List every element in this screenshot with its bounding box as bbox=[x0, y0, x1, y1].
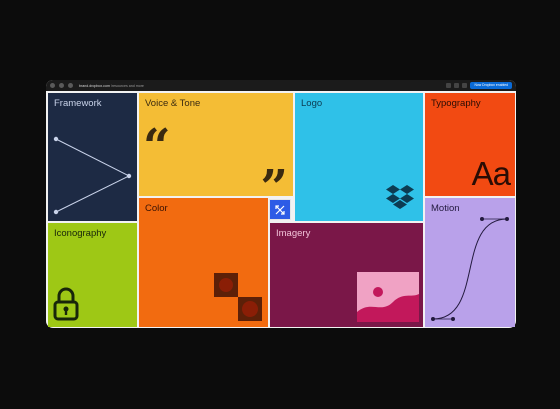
lock-icon bbox=[53, 287, 79, 321]
typography-sample: Aa bbox=[471, 155, 511, 192]
tile-iconography[interactable]: Iconography bbox=[48, 223, 137, 327]
color-swatches-icon bbox=[214, 273, 262, 321]
forward-icon[interactable] bbox=[59, 83, 64, 88]
framework-graph-icon bbox=[53, 136, 132, 215]
tile-motion[interactable]: Motion bbox=[425, 198, 515, 327]
reload-icon[interactable] bbox=[68, 83, 73, 88]
image-icon bbox=[357, 272, 419, 322]
open-quote-icon: “ bbox=[143, 119, 171, 175]
action-button[interactable]: Now Dropbox enabled bbox=[470, 82, 512, 89]
address-bar[interactable]: brand.dropbox.com /resources and more bbox=[79, 84, 144, 88]
tile-color[interactable]: Color bbox=[139, 198, 268, 327]
tile-label: Typography bbox=[431, 98, 481, 109]
expand-button[interactable] bbox=[269, 199, 291, 220]
arrows-icon bbox=[275, 205, 285, 215]
extension-icon[interactable] bbox=[446, 83, 452, 88]
back-icon[interactable] bbox=[50, 83, 55, 88]
motion-curve-icon bbox=[431, 217, 509, 321]
tile-label: Voice & Tone bbox=[145, 98, 201, 109]
menu-icon[interactable] bbox=[462, 83, 468, 88]
tile-framework[interactable]: Framework bbox=[48, 93, 137, 221]
close-quote-icon: ” bbox=[260, 160, 288, 196]
browser-toolbar: brand.dropbox.com /resources and more No… bbox=[46, 80, 516, 91]
tile-typography[interactable]: Typography Aa bbox=[425, 93, 515, 196]
share-icon[interactable] bbox=[454, 83, 460, 88]
tile-imagery[interactable]: Imagery bbox=[270, 223, 423, 327]
dropbox-logo-icon bbox=[386, 185, 414, 209]
tile-logo[interactable]: Logo bbox=[295, 93, 423, 221]
tile-label: Imagery bbox=[276, 228, 311, 239]
tile-label: Logo bbox=[301, 98, 323, 109]
tile-voice-tone[interactable]: Voice & Tone “ ” bbox=[139, 93, 293, 196]
tile-label: Iconography bbox=[54, 228, 107, 239]
